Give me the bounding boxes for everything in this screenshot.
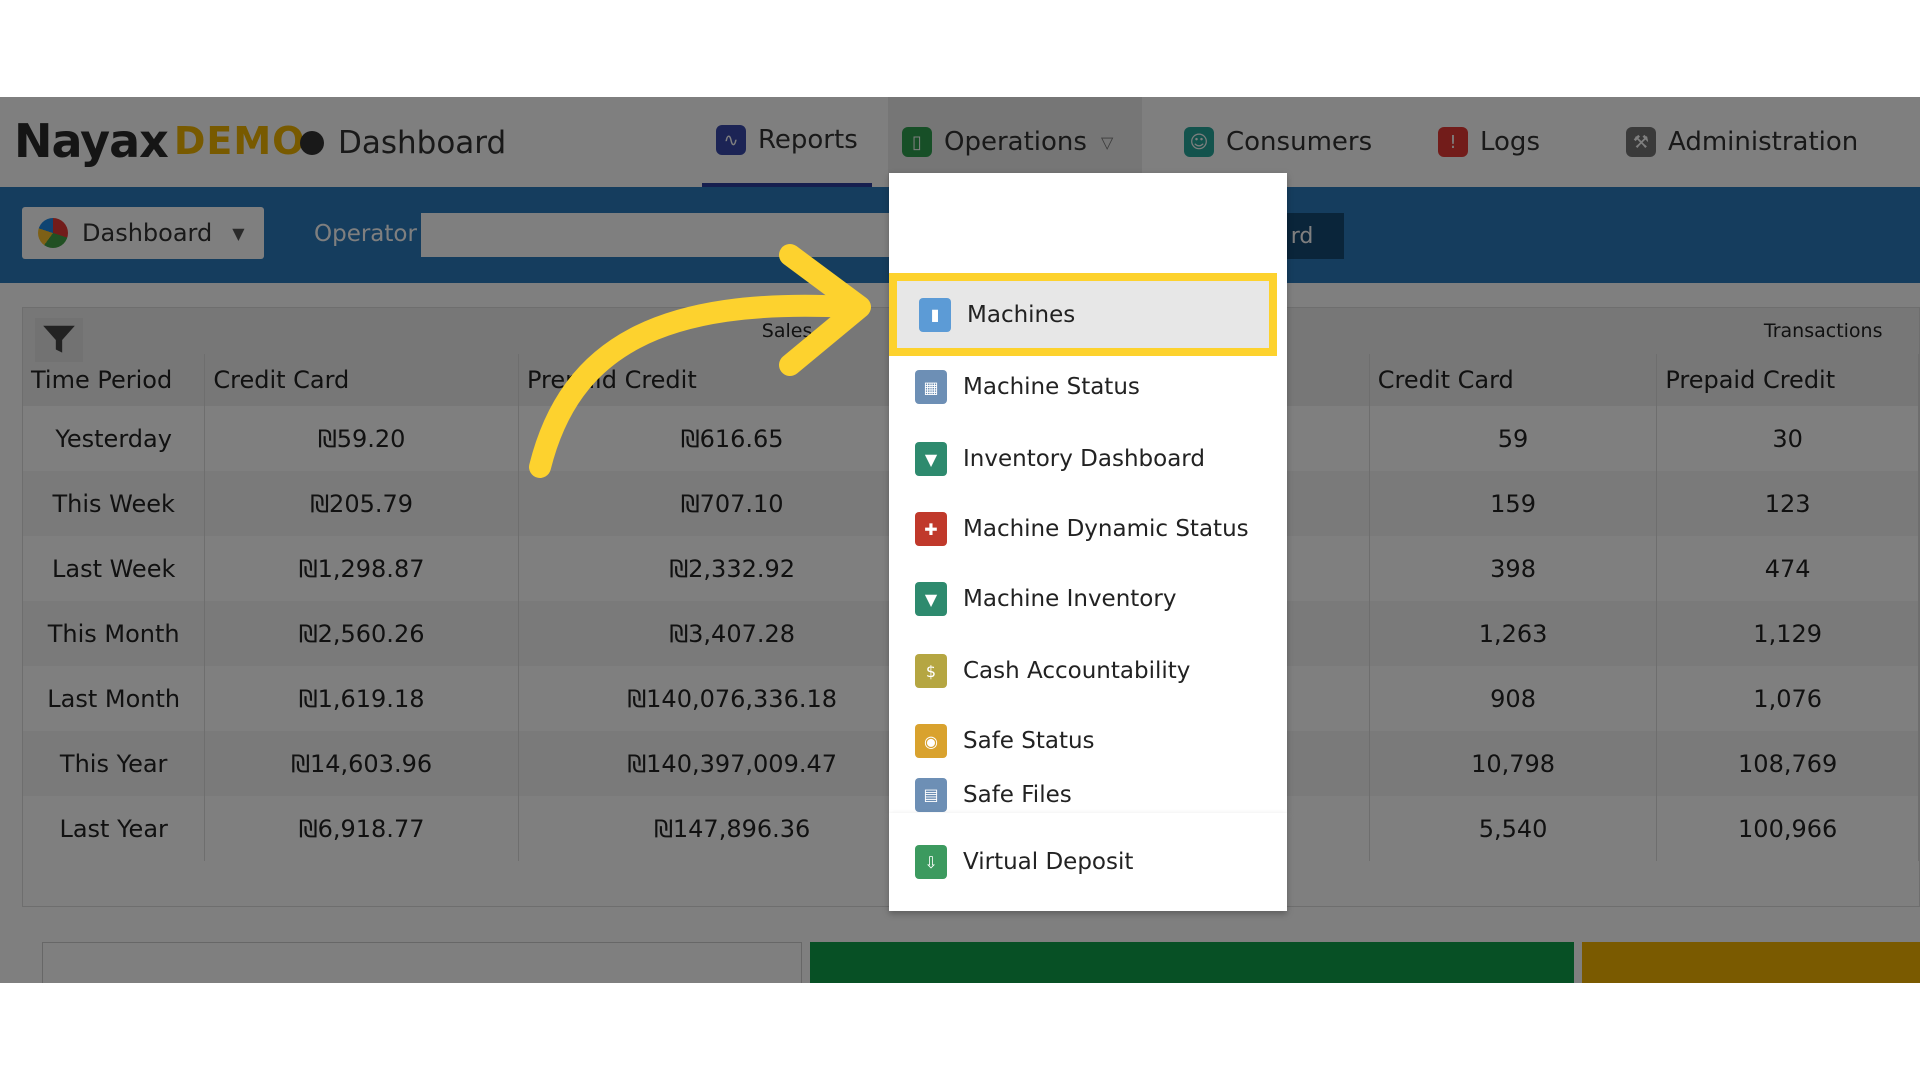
menu-item-safe-status[interactable]: ◉ Safe Status bbox=[889, 706, 1287, 776]
operations-menu-tail: ⇩ Virtual Deposit bbox=[889, 813, 1287, 911]
menu-item-label: Inventory Dashboard bbox=[963, 446, 1205, 472]
safe-icon: ◉ bbox=[915, 724, 947, 758]
cash-ledger-icon: $ bbox=[915, 654, 947, 688]
menu-item-label: Safe Files bbox=[963, 781, 1072, 808]
menu-item-safe-files[interactable]: ▤ Safe Files bbox=[889, 776, 1287, 813]
menu-item-label: Machine Dynamic Status bbox=[963, 516, 1249, 542]
menu-item-inventory-dashboard[interactable]: ▼ Inventory Dashboard bbox=[889, 424, 1287, 494]
menu-item-label: Safe Status bbox=[963, 728, 1095, 754]
menu-item-virtual-deposit[interactable]: ⇩ Virtual Deposit bbox=[889, 827, 1287, 897]
menu-item-label: Machines bbox=[967, 301, 1076, 328]
machine-icon: ▮ bbox=[919, 297, 951, 332]
menu-item-label: Virtual Deposit bbox=[963, 849, 1134, 875]
menu-item-machine-dynamic-status[interactable]: ✚ Machine Dynamic Status bbox=[889, 494, 1287, 564]
menu-item-machines[interactable]: ▮ Machines bbox=[889, 273, 1277, 356]
menu-item-machine-inventory[interactable]: ▼ Machine Inventory bbox=[889, 564, 1287, 634]
dynamic-status-icon: ✚ bbox=[915, 512, 947, 546]
menu-item-machine-status[interactable]: ▦ Machine Status bbox=[889, 352, 1287, 422]
machine-inventory-cart-icon: ▼ bbox=[915, 582, 947, 616]
menu-item-label: Machine Status bbox=[963, 374, 1140, 400]
tutorial-arrow-icon bbox=[529, 244, 871, 478]
menu-item-label: Machine Inventory bbox=[963, 586, 1177, 612]
inventory-cart-icon: ▼ bbox=[915, 442, 947, 476]
virtual-deposit-icon: ⇩ bbox=[915, 845, 947, 879]
operations-menu: ▮ Machines ▦ Machine Status ▼ Inventory … bbox=[889, 173, 1287, 813]
app-screen: Nayax DEMO Dashboard ∿ Reports ▯ Operati… bbox=[0, 97, 1920, 983]
menu-item-label: Cash Accountability bbox=[963, 658, 1191, 684]
menu-item-cash-accountability[interactable]: $ Cash Accountability bbox=[889, 636, 1287, 706]
machine-status-icon: ▦ bbox=[915, 370, 947, 404]
safe-files-icon: ▤ bbox=[915, 777, 947, 812]
